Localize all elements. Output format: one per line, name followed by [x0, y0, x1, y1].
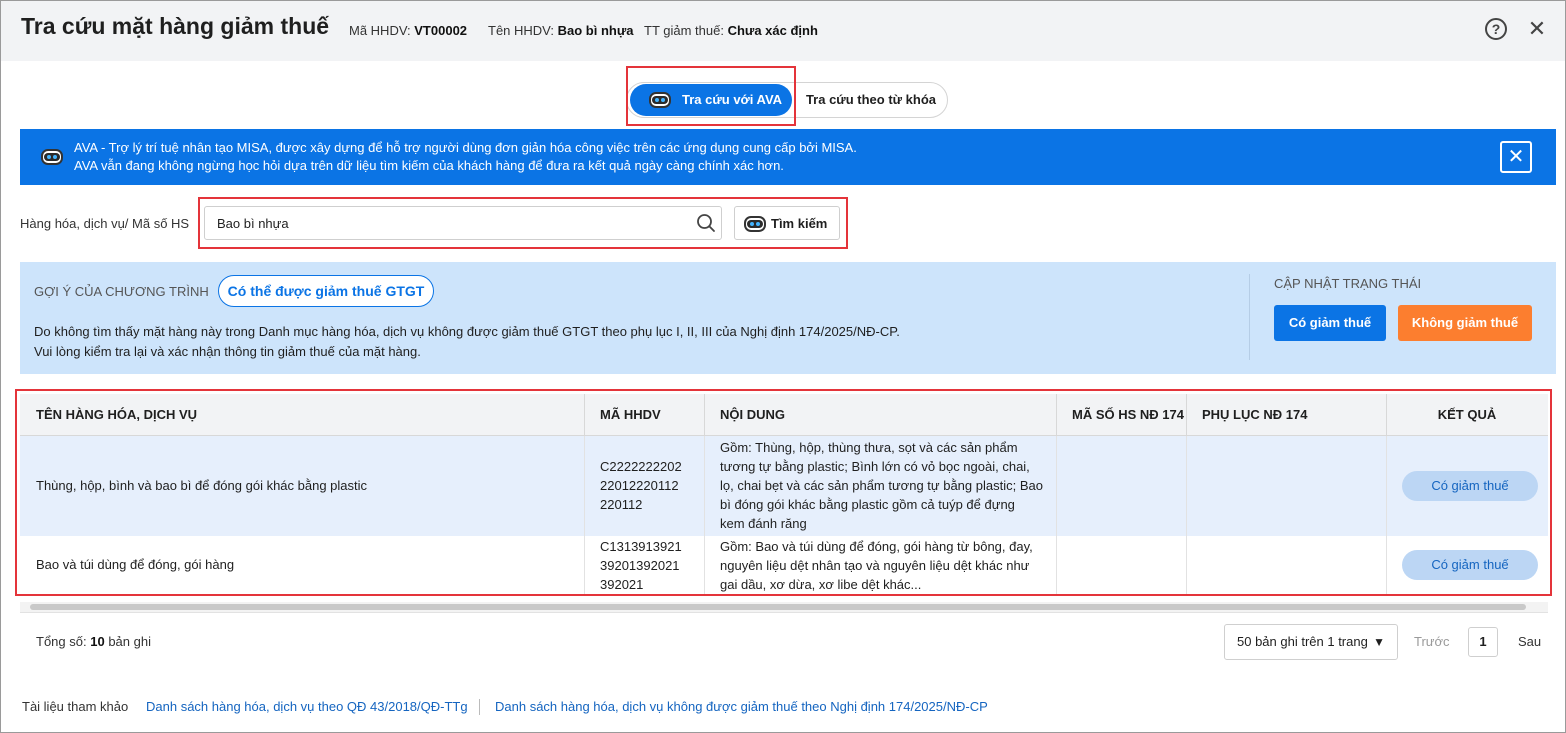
page-size-select[interactable]: 50 bản ghi trên 1 trang ▼ — [1224, 624, 1398, 660]
no-tax-reduction-button[interactable]: Không giảm thuế — [1398, 305, 1532, 341]
references-label: Tài liệu tham khảo — [22, 699, 129, 714]
next-page-button[interactable]: Sau — [1518, 634, 1541, 649]
highlight-box-table — [15, 389, 1552, 596]
horizontal-scrollbar[interactable] — [30, 604, 1526, 610]
help-circle-icon[interactable]: ? — [1485, 18, 1507, 40]
total-records: Tổng số: 10 bản ghi — [36, 634, 151, 649]
dialog-title: Tra cứu mặt hàng giảm thuế — [21, 13, 330, 39]
ava-info-banner: AVA - Trợ lý trí tuệ nhân tạo MISA, được… — [20, 129, 1556, 185]
suggestion-line-1: Do không tìm thấy mặt hàng này trong Dan… — [34, 324, 900, 339]
tax-reduced-button[interactable]: Có giảm thuế — [1274, 305, 1386, 341]
suggestion-panel: GỢI Ý CỦA CHƯƠNG TRÌNH Có thể được giảm … — [20, 262, 1556, 374]
suggestion-chip: Có thể được giảm thuế GTGT — [218, 275, 434, 307]
suggestion-divider — [1249, 274, 1250, 360]
tab-keyword-search[interactable]: Tra cứu theo từ khóa — [800, 84, 942, 116]
reference-link-qd43[interactable]: Danh sách hàng hóa, dịch vụ theo QĐ 43/2… — [146, 699, 468, 714]
status-update-title: CẬP NHẬT TRẠNG THÁI — [1274, 276, 1422, 291]
ava-robot-icon — [40, 147, 64, 167]
reference-divider — [479, 699, 480, 715]
table-bottom-border — [20, 612, 1548, 613]
banner-line-2: AVA vẫn đang không ngừng học hỏi dựa trê… — [74, 158, 784, 173]
banner-line-1: AVA - Trợ lý trí tuệ nhân tạo MISA, được… — [74, 140, 857, 155]
banner-close-icon[interactable]: ✕ — [1500, 141, 1532, 173]
highlight-box-toggle — [626, 66, 796, 126]
close-icon[interactable]: ✕ — [1527, 17, 1547, 41]
search-label: Hàng hóa, dịch vụ/ Mã số HS — [20, 216, 190, 231]
prev-page-button[interactable]: Trước — [1414, 634, 1450, 649]
meta-name: Tên HHDV: Bao bì nhựa — [488, 23, 634, 38]
meta-tax-status: TT giảm thuế: Chưa xác định — [644, 23, 818, 38]
dialog-header: Tra cứu mặt hàng giảm thuế Mã HHDV: VT00… — [1, 1, 1565, 61]
page-number[interactable]: 1 — [1468, 627, 1498, 657]
reference-link-nd174[interactable]: Danh sách hàng hóa, dịch vụ không được g… — [495, 699, 988, 714]
suggestion-title: GỢI Ý CỦA CHƯƠNG TRÌNH — [34, 284, 209, 299]
suggestion-line-2: Vui lòng kiểm tra lại và xác nhận thông … — [34, 344, 421, 359]
meta-code: Mã HHDV: VT00002 — [349, 23, 468, 38]
chevron-down-icon: ▼ — [1373, 635, 1385, 649]
highlight-box-search — [198, 197, 848, 249]
